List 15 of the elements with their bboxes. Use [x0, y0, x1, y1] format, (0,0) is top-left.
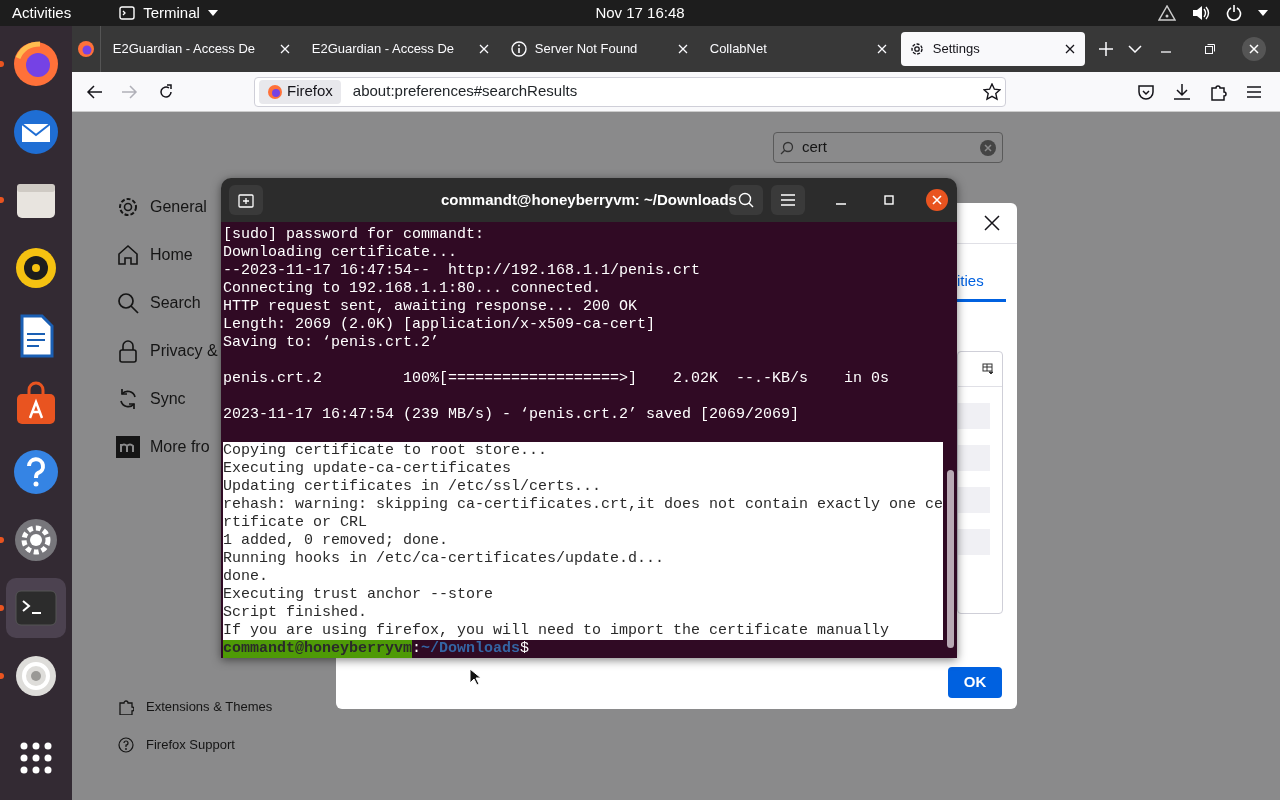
terminal-line: Length: 2069 (2.0K) [application/x-x509-ca-cert]	[223, 316, 657, 334]
url-text: about:preferences#searchResults	[352, 81, 579, 102]
terminal-line: Downloading certificate...	[223, 244, 459, 262]
terminal-line: penis.crt.2 100%[===================>] 2.02K --.-KB/s in 0s	[223, 370, 891, 388]
terminal-line: --2023-11-17 16:47:54-- http://192.168.1.1/penis.crt	[223, 262, 702, 280]
terminal-line: HTTP request sent, awaiting response... 200 OK	[223, 298, 639, 316]
terminal-line: 2023-11-17 16:47:54 (239 MB/s) - ‘penis.crt.2’ saved [2069/2069]	[223, 406, 801, 424]
terminal-line: Saving to: ‘penis.crt.2’	[223, 334, 441, 352]
prompt-symbol: $	[520, 640, 530, 658]
prompt-separator: :	[412, 640, 422, 658]
prompt-path: ~/Downloads	[421, 640, 521, 658]
terminal-line: Connecting to 192.168.1.1:80... connected.	[223, 280, 603, 298]
window-title: commandt@honeyberryvm: ~/Downloads	[441, 189, 737, 210]
terminal-line: [sudo] password for commandt:	[223, 226, 486, 244]
prompt-user: commandt@honeyberryvm	[223, 640, 413, 658]
